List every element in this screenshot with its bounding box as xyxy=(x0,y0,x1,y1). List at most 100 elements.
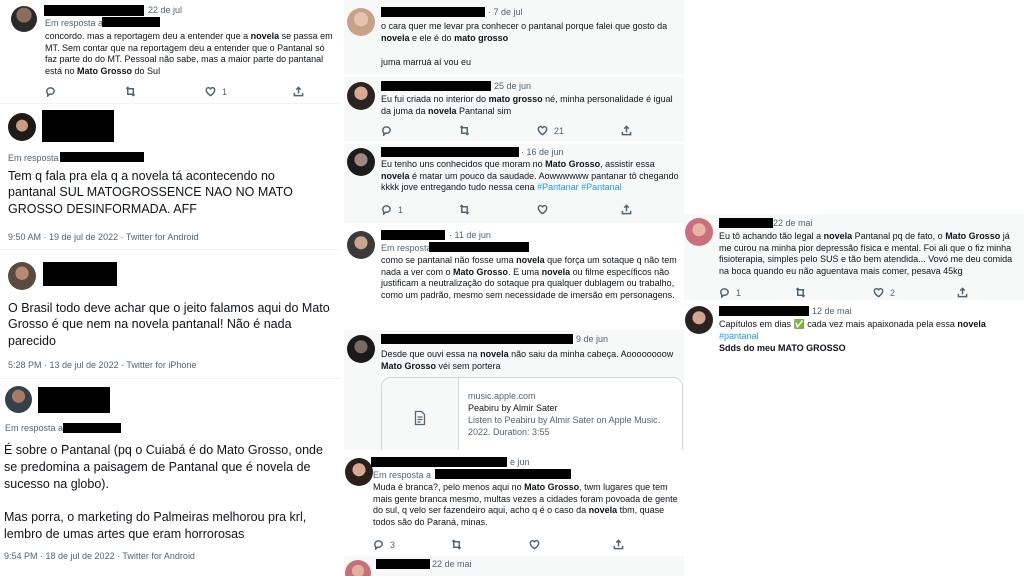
reply-count: 1 xyxy=(736,287,742,298)
avatar[interactable] xyxy=(5,386,32,413)
tweet-actions: 1 2 xyxy=(719,287,968,298)
link-card[interactable]: music.apple.com Peabiru by Almir Sater L… xyxy=(381,377,683,450)
reply-button[interactable]: 3 xyxy=(373,539,451,550)
reply-icon xyxy=(374,540,383,550)
tweet-card-2[interactable]: Em resposta Tem q fala pra ela q a novel… xyxy=(0,106,340,250)
like-button[interactable]: 2 xyxy=(873,287,957,298)
retweet-button[interactable] xyxy=(795,287,873,298)
username-redaction xyxy=(376,559,430,569)
avatar[interactable] xyxy=(345,560,371,576)
tweet-text: O Brasil todo deve achar que o jeito fal… xyxy=(8,301,330,348)
retweet-icon xyxy=(451,539,462,550)
username-redaction xyxy=(719,306,809,316)
retweet-button[interactable] xyxy=(459,204,537,215)
avatar[interactable] xyxy=(347,231,375,259)
tweet-card-m1[interactable]: · 7 de jul o cara quer me levar pra conh… xyxy=(344,0,684,74)
reply-button[interactable] xyxy=(45,86,125,97)
tweet-text: Tem q fala pra ela q a novela tá acontec… xyxy=(8,169,293,216)
tweet-card-r1[interactable]: 22 de mai Eu tô achando tão legal a nove… xyxy=(684,214,1024,300)
username-redaction xyxy=(381,81,491,91)
tweet-date: · 16 de jun xyxy=(521,147,564,157)
tweet-card-3[interactable]: O Brasil todo deve achar que o jeito fal… xyxy=(0,252,340,379)
tweet-text-2: Sdds do meu MATO GROSSO xyxy=(719,343,846,353)
hashtag-link[interactable]: #pantanal xyxy=(719,331,759,341)
hashtag-link[interactable]: #Pantanar #Pantanal xyxy=(537,182,622,192)
tweet-card-4[interactable]: Em resposta a É sobre o Pantanal (pq o C… xyxy=(0,381,340,576)
tweet-card-m6[interactable]: e jun Em resposta a Muda é branca?, pelo… xyxy=(344,453,684,553)
share-button[interactable] xyxy=(621,125,632,136)
retweet-button[interactable] xyxy=(125,86,205,97)
like-button[interactable] xyxy=(537,204,621,215)
avatar[interactable] xyxy=(347,8,375,36)
username-redaction xyxy=(44,5,144,16)
share-button[interactable] xyxy=(613,539,624,550)
tweet-text: Desde que ouvi essa na novela não saiu d… xyxy=(381,349,674,371)
avatar[interactable] xyxy=(347,148,375,176)
share-button[interactable] xyxy=(621,204,632,215)
tweet-actions: 3 xyxy=(373,539,624,550)
retweet-icon xyxy=(795,287,806,298)
link-description: Listen to Peabiru by Almir Sater on Appl… xyxy=(468,415,661,437)
tweet-date: 25 de jun xyxy=(494,81,532,91)
like-button[interactable] xyxy=(529,539,613,550)
like-icon xyxy=(873,287,884,298)
share-button[interactable] xyxy=(957,287,968,298)
tweet-actions: 1 xyxy=(45,86,304,97)
avatar[interactable] xyxy=(685,218,713,246)
tweet-card-m3[interactable]: · 16 de jun Eu tenho uns conhecidos que … xyxy=(344,144,684,223)
reply-button[interactable]: 1 xyxy=(381,204,459,215)
avatar[interactable] xyxy=(685,306,713,334)
like-count: 21 xyxy=(554,125,565,136)
tweet-actions: 1 xyxy=(381,204,632,215)
tweet-card-m2[interactable]: 25 de jun Eu fui criada no interior do m… xyxy=(344,77,684,141)
tweet-text: Eu fui criada no interior do mato grosso… xyxy=(381,94,673,116)
like-icon xyxy=(529,539,540,550)
tweet-date: 9 de jun xyxy=(576,334,609,344)
share-icon xyxy=(621,204,632,215)
reply-button[interactable] xyxy=(381,125,459,136)
avatar[interactable] xyxy=(8,113,36,141)
reply-icon xyxy=(382,126,391,136)
avatar[interactable] xyxy=(345,458,373,486)
retweet-icon xyxy=(459,125,470,136)
tweet-card-m7[interactable]: 22 de mai xyxy=(344,556,684,576)
tweet-text-2: Mas porra, o marketing do Palmeiras melh… xyxy=(4,510,307,541)
reply-label: Em resposta a xyxy=(5,423,64,433)
reply-count: 1 xyxy=(398,204,404,215)
reply-handle-redaction xyxy=(429,242,529,252)
tweet-meta: 5:28 PM · 13 de jul de 2022 · Twitter fo… xyxy=(8,360,197,370)
tweet-date: 22 de mai xyxy=(432,559,472,569)
like-button[interactable]: 1 xyxy=(205,86,293,97)
reply-button[interactable]: 1 xyxy=(719,287,795,298)
like-button[interactable]: 21 xyxy=(537,125,621,136)
tweet-card-1[interactable]: 22 de jul Em resposta a concordo. mas a … xyxy=(0,0,340,104)
retweet-button[interactable] xyxy=(451,539,529,550)
username-redaction xyxy=(719,218,773,228)
tweet-text: É sobre o Pantanal (pq o Cuiabá é do Mat… xyxy=(4,443,323,491)
share-button[interactable] xyxy=(293,86,304,97)
username-redaction xyxy=(381,147,519,157)
tweet-card-m5[interactable]: 9 de jun Desde que ouvi essa na novela n… xyxy=(344,330,684,450)
tweet-text-2: juma marruá aí vou eu xyxy=(381,57,472,67)
username-redaction xyxy=(381,7,485,17)
avatar[interactable] xyxy=(347,82,375,110)
reply-count: 3 xyxy=(390,539,396,550)
avatar[interactable] xyxy=(347,335,375,363)
tweet-card-m4[interactable]: · 11 de jun Em resposta como se pantanal… xyxy=(344,226,684,326)
retweet-icon xyxy=(125,86,136,97)
reply-handle-redaction xyxy=(102,17,160,27)
tweet-actions: 21 xyxy=(381,125,632,136)
tweet-date: · 11 de jun xyxy=(449,230,491,240)
tweet-date: 22 de jul xyxy=(148,5,183,15)
reply-label: Em resposta xyxy=(381,243,432,253)
avatar[interactable] xyxy=(8,262,36,290)
retweet-button[interactable] xyxy=(459,125,537,136)
avatar[interactable] xyxy=(11,6,37,32)
username-redaction xyxy=(42,110,114,142)
like-count: 1 xyxy=(222,86,228,97)
username-redaction xyxy=(381,334,573,344)
username-redaction xyxy=(381,230,445,240)
reply-handle-redaction xyxy=(60,152,144,162)
like-icon xyxy=(537,125,548,136)
tweet-card-r2[interactable]: 12 de mai Capítulos em dias ✅ cada vez m… xyxy=(684,302,1024,358)
